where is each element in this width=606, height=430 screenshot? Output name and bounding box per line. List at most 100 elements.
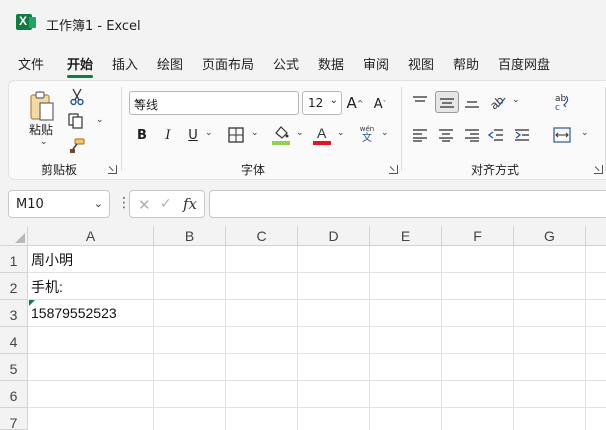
fill-color-dropdown-chevron-icon[interactable]: ⌄ — [296, 128, 304, 138]
column-header-e[interactable]: E — [370, 226, 442, 246]
tab-home[interactable]: 开始 — [67, 54, 94, 78]
gridline — [441, 246, 442, 430]
font-color-icon[interactable]: A — [313, 124, 331, 146]
gridline — [28, 272, 606, 273]
tab-data[interactable]: 数据 — [318, 54, 344, 73]
bottom-align-icon[interactable] — [463, 93, 481, 111]
column-header-d[interactable]: D — [298, 226, 370, 246]
row-header-4[interactable]: 4 — [0, 327, 28, 354]
gridline — [369, 246, 370, 430]
row-header-2[interactable]: 2 — [0, 273, 28, 300]
gridline — [28, 407, 606, 408]
bold-button[interactable]: B — [133, 125, 151, 145]
increase-font-size-icon[interactable]: A ^ — [345, 93, 365, 113]
align-left-icon[interactable] — [411, 126, 429, 144]
window-title: 工作簿1 - Excel — [46, 19, 141, 34]
orientation-dropdown-chevron-icon[interactable]: ⌄ — [512, 95, 520, 105]
gridline — [297, 246, 298, 430]
cell-A3[interactable]: 15879552523 — [31, 305, 117, 321]
gridline — [225, 246, 226, 430]
tab-formulas[interactable]: 公式 — [273, 54, 299, 73]
column-header-partial[interactable] — [586, 226, 606, 246]
name-box[interactable]: M10 ⌄ — [8, 190, 110, 218]
clipboard-launcher-icon[interactable] — [108, 165, 117, 174]
merge-dropdown-chevron-icon[interactable]: ⌄ — [581, 128, 589, 138]
alignment-group-label: 对齐方式 — [471, 163, 520, 177]
row-header-1[interactable]: 1 — [0, 246, 28, 273]
tab-help[interactable]: 帮助 — [453, 54, 479, 73]
ribbon: 粘贴 ⌄ ⌄ 剪贴板 等线 ⌄ 12 ⌄ A ^ Aˇ B I U ⌄ ⌄ ⌄ A… — [8, 80, 606, 180]
borders-icon[interactable] — [227, 126, 245, 144]
tab-insert[interactable]: 插入 — [112, 54, 138, 73]
tab-baidu-netdisk[interactable]: 百度网盘 — [498, 54, 550, 73]
increase-indent-icon[interactable] — [513, 126, 531, 144]
underline-dropdown-chevron-icon[interactable]: ⌄ — [205, 128, 213, 138]
font-color-dropdown-chevron-icon[interactable]: ⌄ — [337, 128, 345, 138]
enter-check-icon[interactable]: ✓ — [160, 196, 172, 212]
cell-A2[interactable]: 手机: — [31, 277, 63, 297]
column-header-g[interactable]: G — [514, 226, 586, 246]
row-header-3[interactable]: 3 — [0, 300, 28, 327]
decrease-font-size-icon[interactable]: Aˇ — [371, 95, 389, 113]
fill-color-icon[interactable] — [272, 124, 290, 146]
column-header-a[interactable]: A — [28, 226, 154, 246]
column-header-f[interactable]: F — [442, 226, 514, 246]
chevron-down-icon: ⌄ — [93, 197, 103, 210]
excel-logo-icon — [16, 14, 36, 30]
phonetic-bottom-text: 文 — [362, 133, 372, 144]
tab-draw[interactable]: 绘图 — [157, 54, 183, 73]
clipboard-group-label: 剪贴板 — [41, 163, 78, 177]
wrap-text-icon[interactable]: ab c — [551, 91, 573, 113]
cancel-icon[interactable]: ✕ — [138, 196, 151, 214]
tab-page-layout[interactable]: 页面布局 — [202, 54, 254, 73]
gridline — [513, 246, 514, 430]
group-divider — [401, 87, 402, 171]
font-name-select[interactable]: 等线 ⌄ — [129, 91, 299, 115]
tab-view[interactable]: 视图 — [408, 54, 434, 73]
paste-button[interactable]: 粘贴 — [29, 121, 53, 138]
italic-button[interactable]: I — [159, 125, 177, 145]
decrease-indent-icon[interactable] — [487, 126, 505, 144]
copy-dropdown-chevron-icon[interactable]: ⌄ — [96, 115, 104, 125]
paste-dropdown-chevron-icon[interactable]: ⌄ — [40, 137, 48, 147]
formula-buttons: ✕ ✓ fx — [129, 190, 205, 218]
row-header-7[interactable]: 7 — [0, 408, 28, 430]
merge-center-icon[interactable] — [552, 125, 572, 145]
svg-text:ab: ab — [488, 93, 506, 110]
borders-dropdown-chevron-icon[interactable]: ⌄ — [251, 128, 259, 138]
gridline — [28, 353, 606, 354]
gridline — [28, 380, 606, 381]
gridline — [153, 246, 154, 430]
insert-function-icon[interactable]: fx — [183, 195, 197, 213]
formula-bar: M10 ⌄ ⋮ ✕ ✓ fx — [0, 186, 606, 222]
title-bar: 工作簿1 - Excel — [0, 0, 606, 46]
chevron-down-icon: ⌄ — [329, 95, 338, 106]
copy-icon[interactable] — [67, 112, 85, 130]
alignment-launcher-icon[interactable] — [594, 165, 603, 174]
tab-review[interactable]: 审阅 — [363, 54, 389, 73]
name-box-value: M10 — [16, 197, 44, 212]
align-right-icon[interactable] — [463, 126, 481, 144]
phonetic-guide-icon[interactable]: wén 文 — [356, 123, 378, 147]
cell-A1[interactable]: 周小明 — [31, 250, 73, 270]
select-all-corner[interactable] — [0, 226, 28, 246]
ribbon-tabs: 文件 开始 插入 绘图 页面布局 公式 数据 审阅 视图 帮助 百度网盘 — [0, 50, 606, 78]
format-painter-icon[interactable] — [68, 137, 86, 155]
row-header-6[interactable]: 6 — [0, 381, 28, 408]
phonetic-dropdown-chevron-icon[interactable]: ⌄ — [381, 128, 389, 138]
row-header-5[interactable]: 5 — [0, 354, 28, 381]
font-launcher-icon[interactable] — [389, 165, 398, 174]
orientation-icon[interactable]: ab — [487, 91, 507, 111]
align-center-icon[interactable] — [437, 126, 455, 144]
formula-input[interactable] — [209, 190, 606, 218]
worksheet-grid[interactable]: ABCDEFG 1234567 周小明 手机: 15879552523 — [0, 226, 606, 430]
font-size-select[interactable]: 12 ⌄ — [302, 91, 342, 115]
middle-align-icon[interactable] — [435, 91, 459, 113]
underline-button[interactable]: U — [184, 125, 202, 145]
cut-icon[interactable] — [69, 87, 85, 107]
tab-file[interactable]: 文件 — [18, 54, 44, 73]
paste-icon[interactable] — [27, 89, 57, 123]
top-align-icon[interactable] — [411, 93, 429, 111]
column-header-c[interactable]: C — [226, 226, 298, 246]
column-header-b[interactable]: B — [154, 226, 226, 246]
